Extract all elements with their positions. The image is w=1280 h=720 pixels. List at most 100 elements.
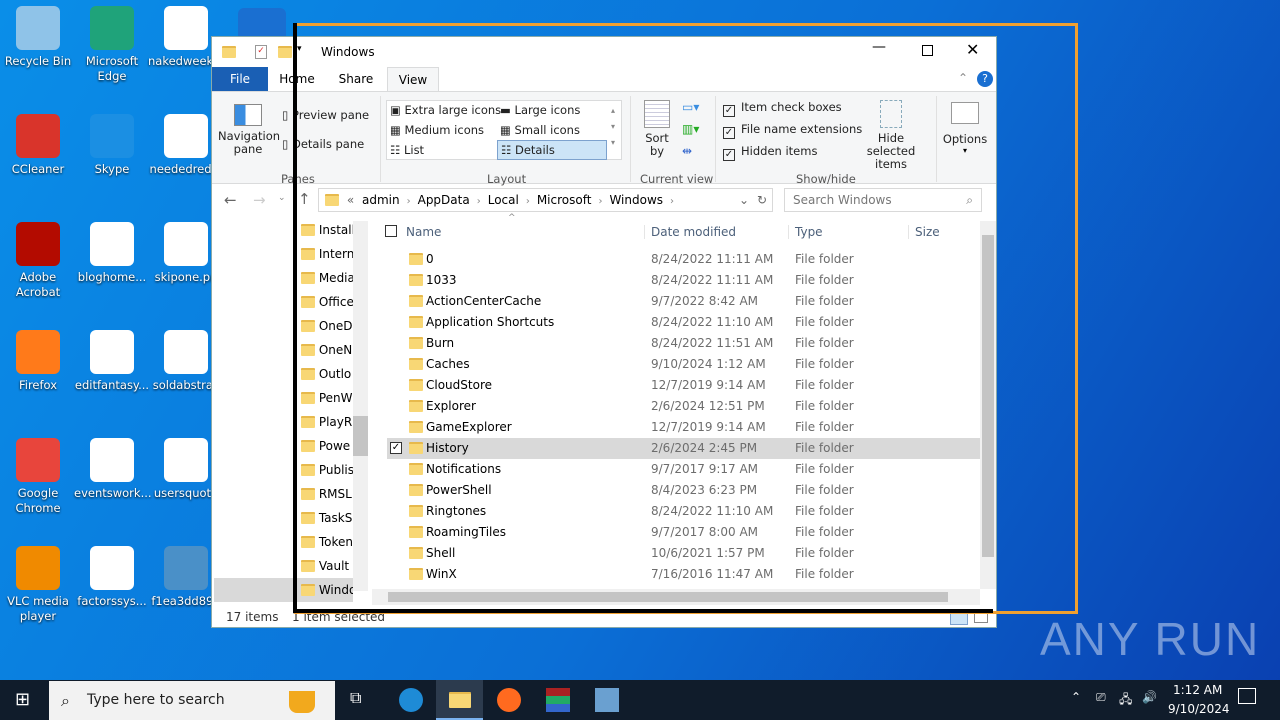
file-row[interactable]: RoamingTiles 9/7/2017 8:00 AM File folde… bbox=[387, 522, 980, 543]
layout-medium-icons[interactable]: ▦ Medium icons bbox=[390, 123, 484, 137]
file-row[interactable]: ✓ History 2/6/2024 2:45 PM File folder bbox=[387, 438, 980, 459]
nav-pane-item[interactable]: Publis bbox=[301, 458, 353, 482]
properties-icon[interactable]: ✓ bbox=[255, 45, 267, 59]
file-name-extensions-toggle[interactable]: ✓ File name extensions bbox=[723, 122, 862, 139]
quick-access-dropdown-icon[interactable]: ▾ bbox=[297, 44, 302, 54]
file-row[interactable]: Application Shortcuts 8/24/2022 11:10 AM… bbox=[387, 312, 980, 333]
vertical-scrollbar-thumb[interactable] bbox=[982, 235, 994, 557]
nav-pane-item[interactable]: OneD bbox=[301, 314, 353, 338]
file-row[interactable]: Caches 9/10/2024 1:12 AM File folder bbox=[387, 354, 980, 375]
address-dropdown-icon[interactable]: ⌄ bbox=[739, 189, 749, 211]
breadcrumb-separator-icon[interactable]: › bbox=[670, 196, 674, 207]
hidden-items-toggle[interactable]: ✓ Hidden items bbox=[723, 144, 817, 161]
clock-time[interactable]: 1:12 AM bbox=[1173, 683, 1222, 697]
options-button[interactable]: Options ▾ bbox=[940, 100, 990, 155]
desktop-icon[interactable]: Microsoft Edge bbox=[74, 6, 150, 84]
breadcrumb-separator-icon[interactable]: › bbox=[407, 196, 411, 207]
nav-scrollbar-thumb[interactable] bbox=[353, 416, 368, 456]
desktop-icon[interactable]: bloghome... bbox=[74, 222, 150, 285]
start-button[interactable]: ⊞ bbox=[15, 689, 30, 710]
desktop-icon[interactable]: Skype bbox=[74, 114, 150, 177]
layout-extra-large-icons[interactable]: ▣ Extra large icons bbox=[390, 103, 501, 117]
breadcrumb-item[interactable]: admin bbox=[362, 193, 400, 207]
nav-pane-item[interactable]: Office bbox=[301, 290, 353, 314]
column-header-size[interactable]: Size bbox=[908, 225, 940, 239]
size-columns-icon[interactable]: ⇹ bbox=[682, 144, 692, 158]
file-row[interactable]: Explorer 2/6/2024 12:51 PM File folder bbox=[387, 396, 980, 417]
hide-selected-items-button[interactable]: Hide selected items bbox=[854, 100, 928, 171]
refresh-icon[interactable]: ↻ bbox=[757, 189, 767, 211]
minimize-button[interactable]: — bbox=[872, 39, 886, 55]
desktop-icon[interactable]: factorssys... bbox=[74, 546, 150, 609]
desktop-icon[interactable]: Firefox bbox=[0, 330, 76, 393]
network-icon[interactable]: 🖧 bbox=[1119, 690, 1132, 711]
breadcrumb-item[interactable]: Local bbox=[488, 193, 519, 207]
navigation-pane-button[interactable]: Navigation pane bbox=[218, 96, 280, 156]
checkbox[interactable]: ✓ bbox=[723, 127, 735, 139]
app-icon-partial[interactable] bbox=[238, 8, 286, 38]
volume-icon[interactable]: 🔊 bbox=[1142, 690, 1157, 704]
nav-pane-item[interactable]: Vault bbox=[301, 554, 353, 578]
nav-scrollbar[interactable] bbox=[353, 221, 368, 591]
horizontal-scrollbar[interactable] bbox=[372, 589, 980, 605]
collapse-ribbon-icon[interactable]: ⌃ bbox=[958, 71, 968, 85]
layout-details[interactable]: ☷ Details bbox=[497, 140, 607, 160]
desktop-icon[interactable]: Adobe Acrobat bbox=[0, 222, 76, 300]
file-row[interactable]: WinX 7/16/2016 11:47 AM File folder bbox=[387, 564, 980, 585]
address-bar[interactable]: « admin › AppData › Local › Microsoft › Windows ›… bbox=[318, 188, 773, 212]
layout-list[interactable]: ☷ List bbox=[390, 143, 424, 157]
item-check-boxes-toggle[interactable]: ✓ Item check boxes bbox=[723, 100, 842, 117]
clock-date[interactable]: 9/10/2024 bbox=[1168, 702, 1230, 716]
taskbar-installer-icon[interactable] bbox=[595, 688, 619, 712]
add-columns-icon[interactable]: ▥▾ bbox=[682, 122, 699, 136]
file-row[interactable]: Ringtones 8/24/2022 11:10 AM File folder bbox=[387, 501, 980, 522]
nav-pane-item[interactable]: TaskS bbox=[301, 506, 353, 530]
nav-pane-item[interactable]: Powe bbox=[301, 434, 353, 458]
file-row[interactable]: GameExplorer 12/7/2019 9:14 AM File fold… bbox=[387, 417, 980, 438]
desktop-icon[interactable]: CCleaner bbox=[0, 114, 76, 177]
file-row[interactable]: Shell 10/6/2021 1:57 PM File folder bbox=[387, 543, 980, 564]
group-by-icon[interactable]: ▭▾ bbox=[682, 100, 699, 114]
close-button[interactable]: ✕ bbox=[966, 40, 979, 59]
help-icon[interactable]: ? bbox=[977, 71, 993, 87]
taskbar-firefox-icon[interactable] bbox=[497, 688, 521, 712]
recent-locations-icon[interactable]: ⌄ bbox=[278, 193, 286, 203]
show-hidden-icons[interactable]: ⌃ bbox=[1071, 690, 1081, 704]
nav-pane-item[interactable]: PlayR bbox=[301, 410, 353, 434]
column-header-type[interactable]: Type bbox=[788, 225, 823, 239]
up-button[interactable]: ↑ bbox=[298, 190, 311, 208]
desktop-icon[interactable]: Google Chrome bbox=[0, 438, 76, 516]
nav-pane-item[interactable]: Install bbox=[301, 218, 353, 242]
vertical-scrollbar[interactable] bbox=[980, 221, 996, 589]
meet-now-icon[interactable]: ⎚ bbox=[1096, 690, 1106, 705]
row-checkbox[interactable]: ✓ bbox=[390, 442, 402, 454]
nav-pane-item[interactable]: Intern bbox=[301, 242, 353, 266]
breadcrumb-separator-icon[interactable]: › bbox=[598, 196, 602, 207]
breadcrumb-separator-icon[interactable]: › bbox=[477, 196, 481, 207]
maximize-button[interactable] bbox=[922, 45, 933, 56]
file-row[interactable]: CloudStore 12/7/2019 9:14 AM File folder bbox=[387, 375, 980, 396]
breadcrumb-item[interactable]: Windows bbox=[609, 193, 663, 207]
nav-pane-item[interactable]: RMSL bbox=[301, 482, 353, 506]
taskbar-winrar-icon[interactable] bbox=[546, 688, 570, 712]
breadcrumb-item[interactable]: AppData bbox=[418, 193, 470, 207]
action-center-icon[interactable] bbox=[1238, 688, 1256, 704]
sort-by-button[interactable]: Sort by bbox=[640, 100, 674, 158]
nav-pane-item[interactable]: OneN bbox=[301, 338, 353, 362]
gallery-scroll-icon[interactable]: ▴ ▾ ▾ bbox=[611, 103, 615, 151]
file-row[interactable]: 1033 8/24/2022 11:11 AM File folder bbox=[387, 270, 980, 291]
horizontal-scrollbar-thumb[interactable] bbox=[388, 592, 948, 602]
task-view-icon[interactable]: ⧉ bbox=[350, 688, 361, 708]
tab-home[interactable]: Home bbox=[274, 67, 320, 91]
nav-pane-item[interactable]: Token bbox=[301, 530, 353, 554]
file-row[interactable]: 0 8/24/2022 11:11 AM File folder bbox=[387, 249, 980, 270]
desktop-icon[interactable]: editfantasy... bbox=[74, 330, 150, 393]
nav-pane-item[interactable]: Media bbox=[301, 266, 353, 290]
forward-button[interactable]: → bbox=[253, 191, 266, 209]
taskbar-file-explorer[interactable] bbox=[436, 680, 483, 720]
select-all-checkbox[interactable] bbox=[385, 225, 397, 237]
new-folder-icon[interactable] bbox=[278, 46, 292, 58]
checkbox[interactable]: ✓ bbox=[723, 149, 735, 161]
file-row[interactable]: Notifications 9/7/2017 9:17 AM File fold… bbox=[387, 459, 980, 480]
desktop-icon[interactable]: eventswork... bbox=[74, 438, 152, 501]
